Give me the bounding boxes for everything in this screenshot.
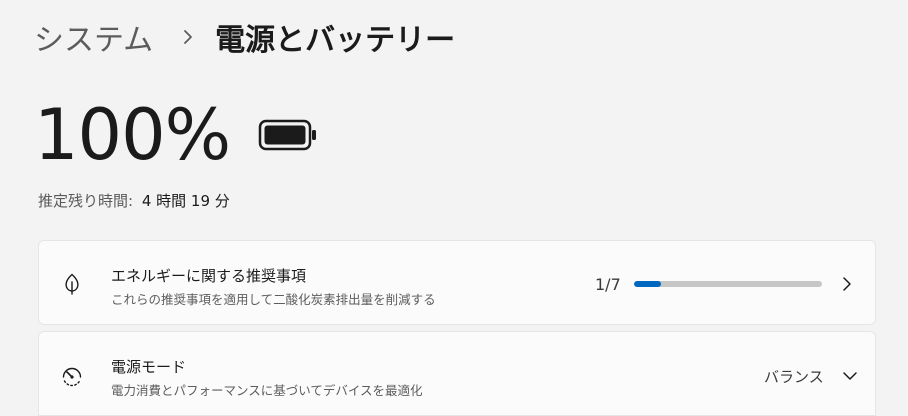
recommendations-progress-bar — [634, 281, 822, 287]
gauge-icon — [59, 362, 85, 388]
breadcrumb: システム 電源とバッテリー — [34, 14, 455, 60]
energy-recommendations-card[interactable]: エネルギーに関する推奨事項 これらの推奨事項を適用して二酸化炭素排出量を削減する… — [38, 240, 876, 325]
battery-icon — [258, 118, 318, 152]
power-mode-dropdown[interactable]: バランス — [764, 362, 858, 390]
battery-estimate: 推定残り時間: 4 時間 19 分 — [38, 190, 230, 211]
recommendations-progress-fill — [634, 281, 661, 287]
breadcrumb-chevron-icon — [173, 28, 203, 46]
energy-recommendations-description: これらの推奨事項を適用して二酸化炭素排出量を削減する — [111, 292, 436, 307]
power-mode-title: 電源モード — [111, 358, 187, 376]
estimate-value: 4 時間 19 分 — [141, 192, 230, 210]
power-mode-selected-value: バランス — [764, 367, 824, 386]
recommendations-progress-text: 1/7 — [595, 275, 621, 294]
battery-percent: 100% — [34, 94, 231, 176]
chevron-down-icon — [842, 368, 858, 384]
breadcrumb-parent-system[interactable]: システム — [34, 15, 153, 59]
estimate-label: 推定残り時間: — [38, 192, 134, 210]
page-title: 電源とバッテリー — [215, 23, 456, 58]
leaf-icon — [59, 271, 85, 297]
battery-status: 100% — [34, 92, 318, 178]
power-mode-card: 電源モード 電力消費とパフォーマンスに基づいてデバイスを最適化 バランス — [38, 331, 876, 416]
power-mode-description: 電力消費とパフォーマンスに基づいてデバイスを最適化 — [111, 383, 423, 398]
chevron-right-icon — [839, 276, 855, 292]
energy-recommendations-title: エネルギーに関する推奨事項 — [111, 267, 307, 285]
